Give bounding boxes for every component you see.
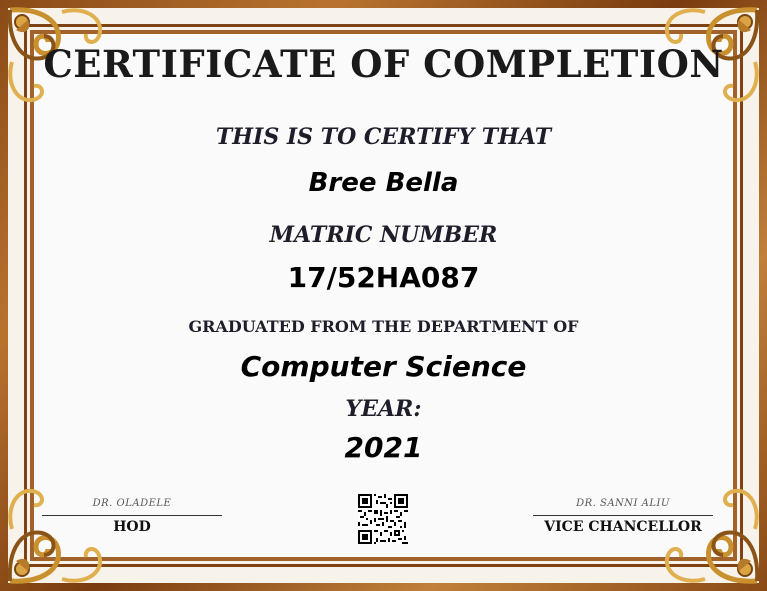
signature-line	[42, 515, 222, 516]
qr-code-icon	[358, 494, 408, 544]
matric-number-value: 17/52HA087	[287, 261, 480, 294]
hod-title: HOD	[113, 519, 151, 535]
department-value: Computer Science	[240, 350, 527, 383]
certify-statement: THIS IS TO CERTIFY THAT	[215, 124, 552, 150]
vice-chancellor-signature: DR. SANNI ALIU	[576, 498, 670, 509]
vice-chancellor-title: VICE CHANCELLOR	[544, 519, 702, 535]
hod-signature-block: DR. OLADELE HOD	[42, 497, 222, 536]
matric-number-label: MATRIC NUMBER	[269, 222, 498, 248]
vice-chancellor-signature-block: DR. SANNI ALIU VICE CHANCELLOR	[533, 497, 713, 536]
hod-signature: DR. OLADELE	[92, 498, 172, 509]
department-label: GRADUATED FROM THE DEPARTMENT OF	[188, 317, 579, 336]
year-value: 2021	[344, 431, 423, 464]
signature-line	[533, 515, 713, 516]
recipient-name: Bree Bella	[308, 168, 459, 198]
certificate-title: CERTIFICATE OF COMPLETION	[43, 42, 724, 86]
year-label: YEAR:	[345, 396, 422, 422]
